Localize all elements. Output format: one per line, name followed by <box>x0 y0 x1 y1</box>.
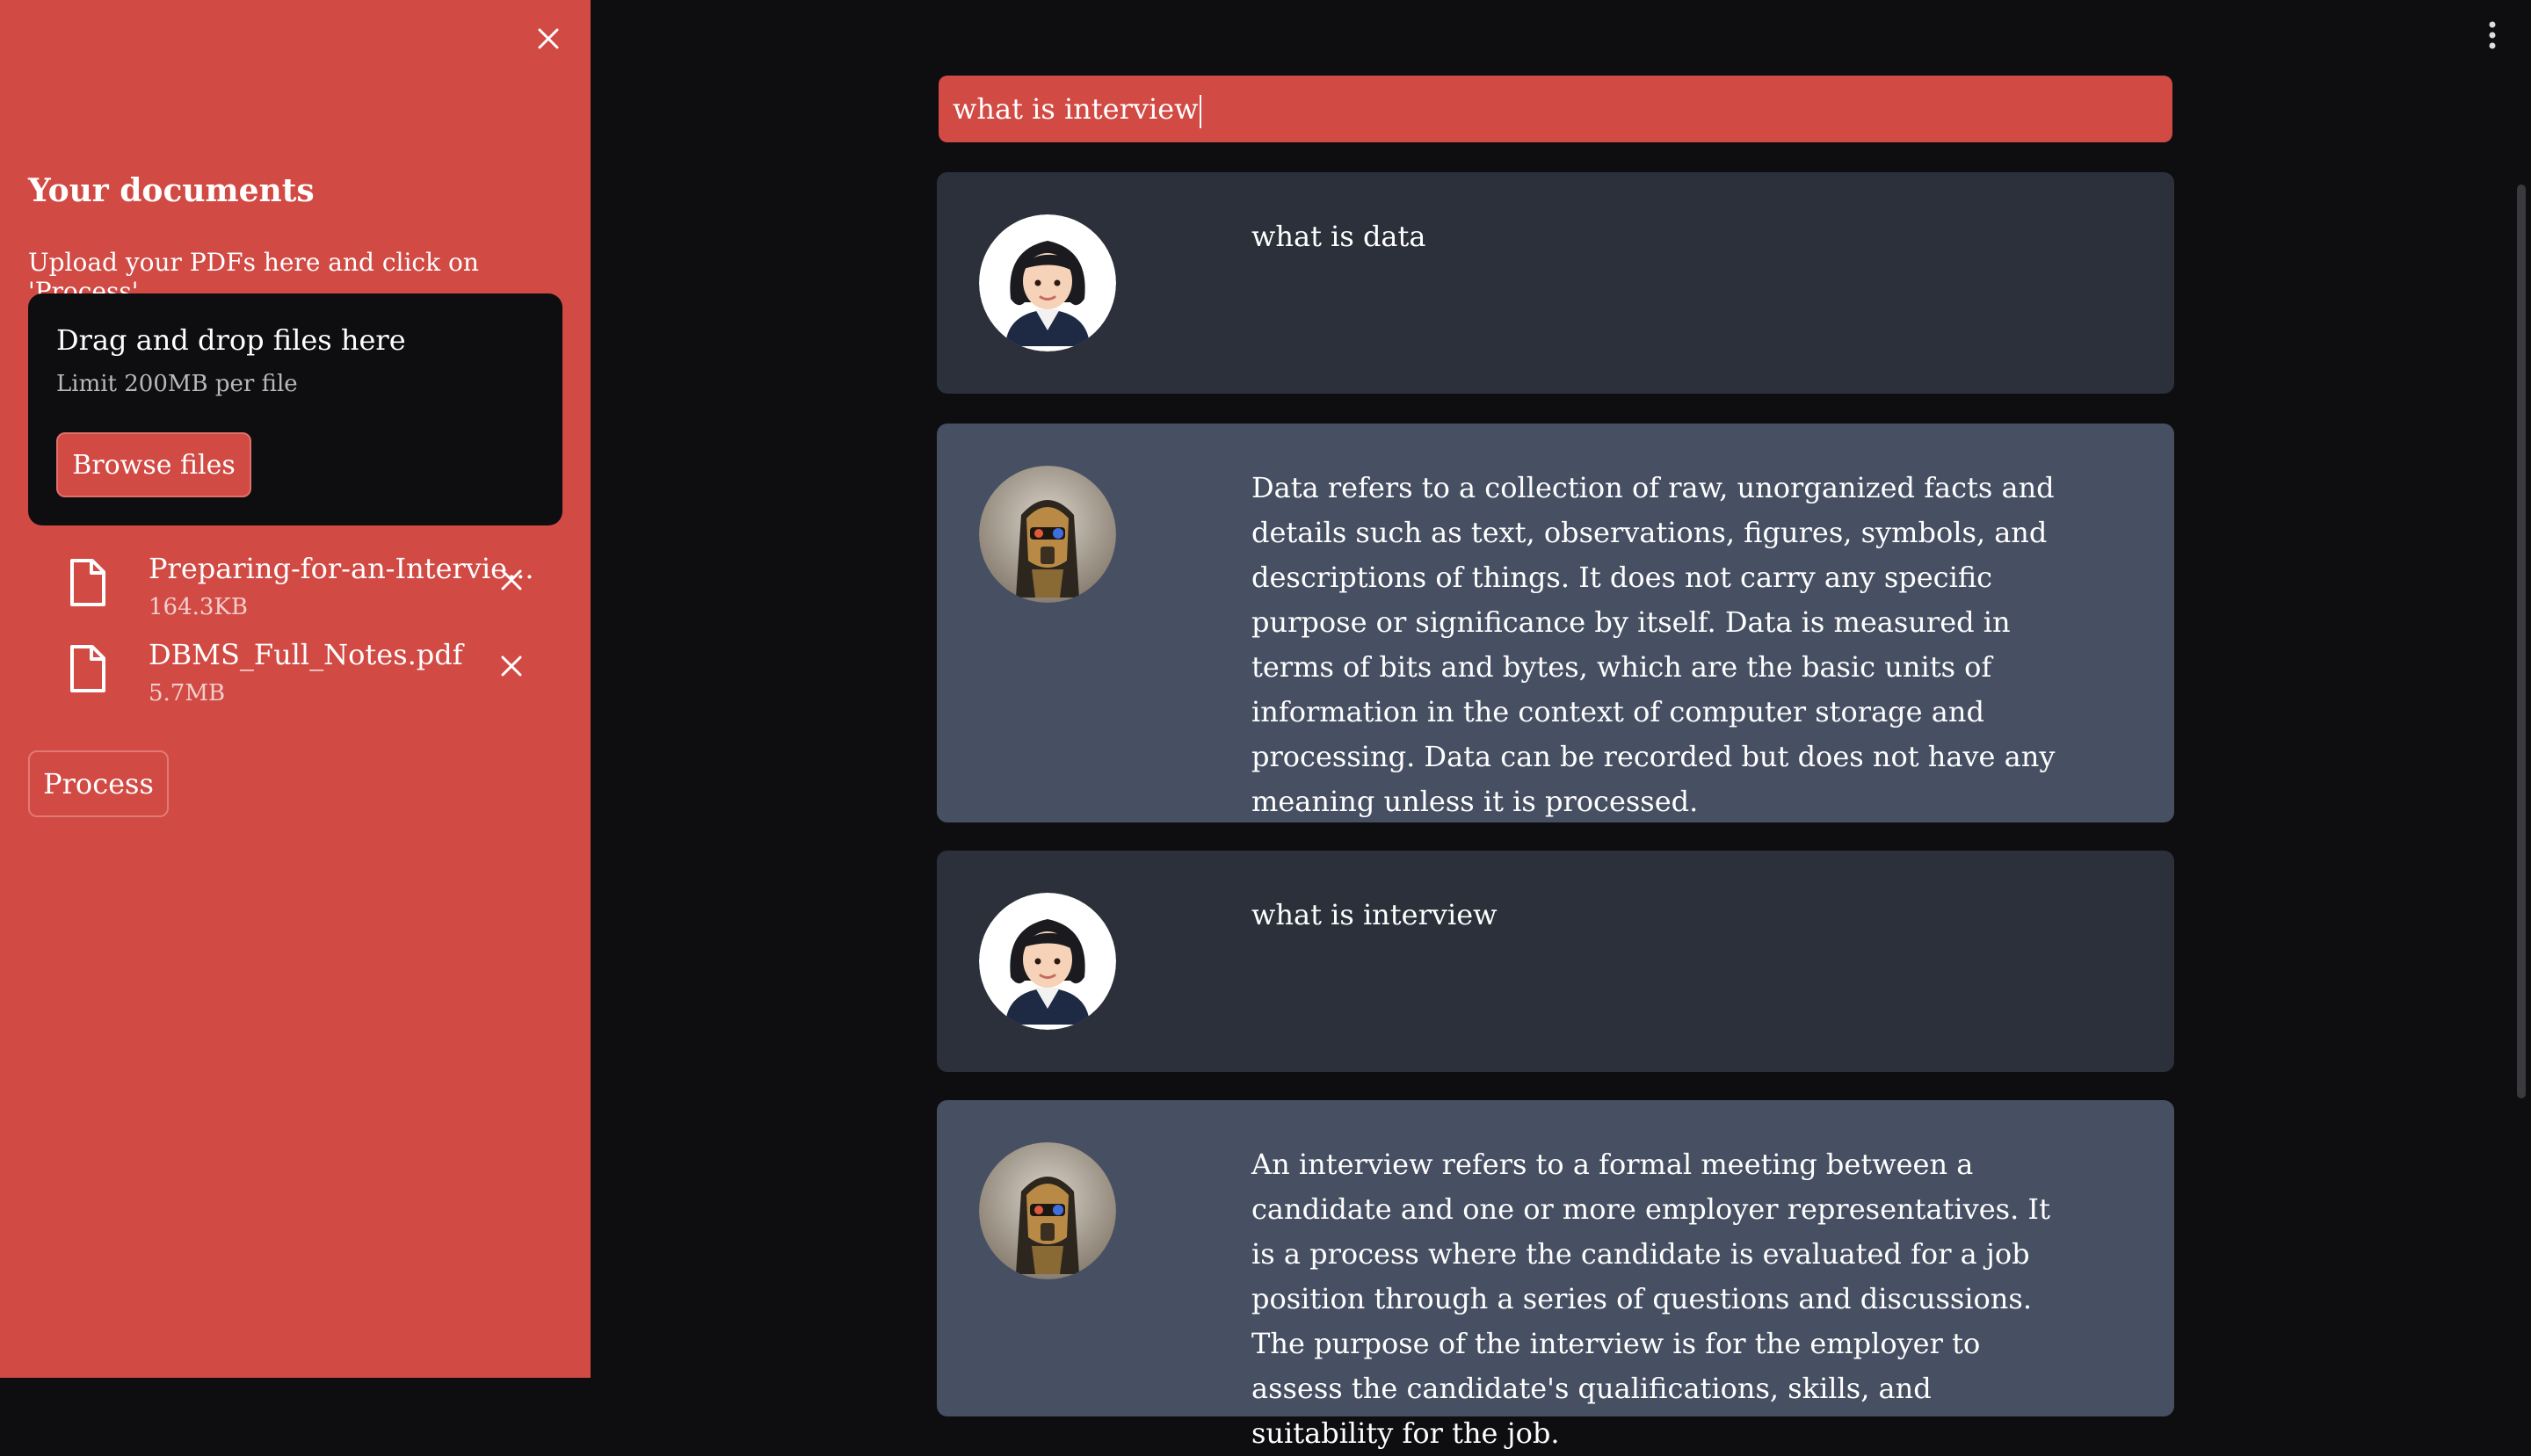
message-text: An interview refers to a formal meeting … <box>1251 1148 2050 1450</box>
file-size: 5.7MB <box>149 680 226 706</box>
uploaded-file-item: DBMS_Full_Notes.pdf 5.7MB <box>63 638 555 722</box>
chat-message-bot: An interview refers to a formal meeting … <box>937 1100 2174 1450</box>
chat-message-user: what is data <box>937 172 2174 394</box>
message-text: what is interview <box>1251 898 1498 931</box>
message-text: what is data <box>1251 220 1426 253</box>
file-dropzone[interactable]: Drag and drop files here Limit 200MB per… <box>28 293 562 525</box>
question-input-value: what is interview <box>953 92 1199 126</box>
file-icon <box>70 645 105 692</box>
sidebar-title: Your documents <box>28 172 315 209</box>
dropzone-limit: Limit 200MB per file <box>56 371 298 397</box>
uploaded-file-item: Preparing-for-an-Intervie... 164.3KB <box>63 552 555 636</box>
chat-message-bot: Data refers to a collection of raw, unor… <box>937 424 2174 822</box>
browse-files-button[interactable]: Browse files <box>56 432 251 497</box>
close-sidebar-button[interactable] <box>531 21 566 56</box>
dropzone-title: Drag and drop files here <box>56 323 406 357</box>
text-caret <box>1199 94 1201 128</box>
sidebar: Your documents Upload your PDFs here and… <box>0 0 591 1378</box>
bot-avatar <box>979 1142 1116 1279</box>
bot-avatar <box>979 466 1116 603</box>
file-size: 164.3KB <box>149 594 248 620</box>
chat-message-user: what is interview <box>937 851 2174 1072</box>
file-icon <box>70 559 105 606</box>
process-button[interactable]: Process <box>28 750 169 817</box>
remove-file-icon[interactable] <box>496 650 527 682</box>
message-text: Data refers to a collection of raw, unor… <box>1251 471 2056 818</box>
scrollbar[interactable] <box>2517 185 2526 1098</box>
remove-file-icon[interactable] <box>496 564 527 596</box>
more-options-icon[interactable] <box>2477 18 2508 53</box>
close-icon <box>538 28 559 49</box>
user-avatar <box>979 214 1116 351</box>
user-avatar <box>979 893 1116 1030</box>
question-input[interactable]: what is interview <box>939 76 2172 142</box>
